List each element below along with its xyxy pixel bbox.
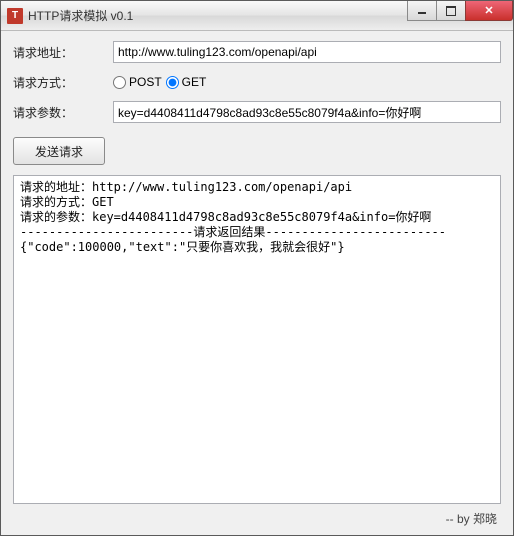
output-line-params: 请求的参数：key=d4408411d4798c8ad93c8e55c8079f… bbox=[20, 210, 431, 224]
row-url: 请求地址： bbox=[13, 41, 501, 63]
close-button[interactable] bbox=[465, 1, 513, 21]
send-button[interactable]: 发送请求 bbox=[13, 137, 105, 165]
maximize-button[interactable] bbox=[436, 1, 466, 21]
row-params: 请求参数： bbox=[13, 101, 501, 123]
app-window: T HTTP请求模拟 v0.1 请求地址： 请求方式： POST GET bbox=[0, 0, 514, 536]
method-label: 请求方式： bbox=[13, 74, 113, 91]
window-controls bbox=[408, 1, 513, 21]
params-label: 请求参数： bbox=[13, 104, 113, 121]
titlebar[interactable]: T HTTP请求模拟 v0.1 bbox=[1, 1, 513, 31]
radio-get[interactable] bbox=[166, 76, 179, 89]
output-response: {"code":100000,"text":"只要你喜欢我，我就会很好"} bbox=[20, 240, 345, 254]
output-line-url: 请求的地址：http://www.tuling123.com/openapi/a… bbox=[20, 180, 352, 194]
minimize-button[interactable] bbox=[407, 1, 437, 21]
url-label: 请求地址： bbox=[13, 44, 113, 61]
radio-post[interactable] bbox=[113, 76, 126, 89]
radio-post-label[interactable]: POST bbox=[113, 75, 162, 89]
output-textarea[interactable]: 请求的地址：http://www.tuling123.com/openapi/a… bbox=[13, 175, 501, 504]
url-input[interactable] bbox=[113, 41, 501, 63]
footer-credit: -- by 郑晓 bbox=[13, 504, 501, 527]
row-method: 请求方式： POST GET bbox=[13, 71, 501, 93]
output-divider: ------------------------请求返回结果----------… bbox=[20, 225, 446, 239]
radio-post-text: POST bbox=[129, 75, 162, 89]
method-radio-group: POST GET bbox=[113, 75, 206, 89]
app-icon: T bbox=[7, 8, 23, 24]
radio-get-label[interactable]: GET bbox=[166, 75, 207, 89]
window-title: HTTP请求模拟 v0.1 bbox=[28, 7, 133, 24]
params-input[interactable] bbox=[113, 101, 501, 123]
radio-get-text: GET bbox=[182, 75, 207, 89]
output-line-method: 请求的方式：GET bbox=[20, 195, 114, 209]
client-area: 请求地址： 请求方式： POST GET 请求参数： 发送请求 请求的地址：ht… bbox=[1, 31, 513, 535]
